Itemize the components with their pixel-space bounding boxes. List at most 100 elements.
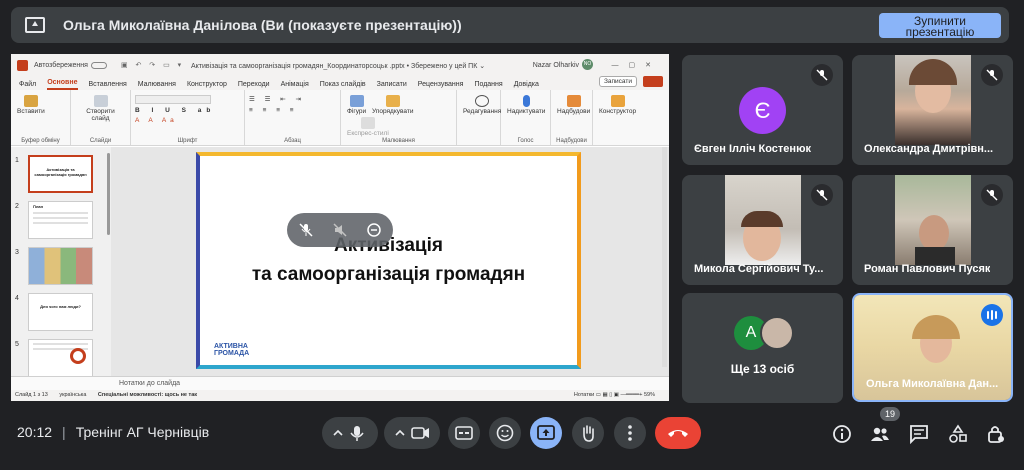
editor-area: 1 Активізація та самоорганізація громадя… bbox=[11, 147, 669, 401]
tab-design[interactable]: Конструктор bbox=[187, 81, 227, 90]
camera-button[interactable] bbox=[384, 417, 440, 449]
share-button[interactable] bbox=[643, 76, 663, 87]
captions-button[interactable] bbox=[448, 417, 480, 449]
window-controls[interactable]: —▢✕ bbox=[612, 61, 661, 69]
slide-scrollbar[interactable] bbox=[662, 147, 667, 367]
meeting-details-icon[interactable] bbox=[832, 424, 852, 444]
tab-slideshow[interactable]: Показ слайдів bbox=[320, 81, 366, 90]
arrange-button[interactable]: Упорядкувати bbox=[372, 93, 413, 115]
meeting-info: 20:12 | Тренінг АГ Чернівців bbox=[17, 424, 210, 440]
chat-icon[interactable] bbox=[909, 424, 929, 444]
presenting-banner: Ольга Миколаївна Данілова (Ви (показуєте… bbox=[11, 7, 1009, 43]
shapes-button[interactable]: Фігури bbox=[347, 93, 366, 115]
notes-pane[interactable]: Нотатки до слайда bbox=[11, 376, 669, 390]
participant-count-badge: 19 bbox=[880, 407, 900, 421]
thumb-text: Активізація та самоорганізація громадян bbox=[34, 167, 87, 177]
participant-tile[interactable]: Олександра Дмитрівн... bbox=[852, 55, 1013, 165]
thumbnails-scrollbar[interactable] bbox=[107, 153, 110, 235]
participant-name: Євген Ілліч Костенюк bbox=[694, 143, 811, 155]
host-controls-icon[interactable] bbox=[986, 424, 1006, 444]
tab-review[interactable]: Рецензування bbox=[418, 81, 464, 90]
zoom-level: 59% bbox=[643, 392, 655, 398]
tab-view[interactable]: Подання bbox=[474, 81, 502, 90]
new-slide-button[interactable]: Створити слайд bbox=[77, 93, 124, 122]
ribbon-group-editing: Редагування bbox=[457, 90, 501, 145]
present-button[interactable] bbox=[530, 417, 562, 449]
group-label-drawing: Малювання bbox=[382, 138, 415, 144]
more-options-button[interactable] bbox=[614, 417, 646, 449]
mic-muted-icon bbox=[981, 64, 1003, 86]
editing-button[interactable]: Редагування bbox=[463, 93, 501, 115]
clock: 20:12 bbox=[17, 424, 53, 440]
slide-thumbnail[interactable]: Для чого нам люди? bbox=[28, 293, 93, 331]
ribbon-group-voice: Надиктувати Голос bbox=[501, 90, 551, 145]
tab-insert[interactable]: Вставлення bbox=[89, 81, 127, 90]
user-avatar[interactable]: NO bbox=[582, 59, 593, 70]
tab-help[interactable]: Довідка bbox=[514, 81, 539, 90]
quick-styles-button[interactable]: Експрес-стилі bbox=[347, 115, 389, 137]
participant-tile[interactable]: Роман Павлович Пусяк bbox=[852, 175, 1013, 285]
paste-button[interactable]: Вставити bbox=[17, 93, 45, 115]
notes-toggle: Нотатки bbox=[573, 392, 595, 398]
tab-home[interactable]: Основне bbox=[47, 79, 78, 90]
group-label-paragraph: Абзац bbox=[284, 138, 301, 144]
tab-animation[interactable]: Анімація bbox=[281, 81, 309, 90]
speaking-indicator-icon bbox=[981, 304, 1003, 326]
thumb-text: План bbox=[33, 204, 44, 209]
slide-thumbnail[interactable] bbox=[28, 339, 93, 377]
group-label-slides: Слайди bbox=[89, 138, 112, 144]
align-buttons[interactable]: ≡ ≡ ≡ ≡ bbox=[249, 107, 336, 114]
status-bar: Слайд 1 з 13 українська Спеціальні можли… bbox=[11, 390, 669, 401]
current-slide[interactable]: Активізація та самоорганізація громадян … bbox=[196, 152, 581, 369]
autosave-toggle[interactable] bbox=[90, 61, 107, 69]
group-label-clipboard: Буфер обміну bbox=[21, 138, 60, 144]
self-tile[interactable]: Ольга Миколаївна Дан... bbox=[852, 293, 1013, 402]
ribbon-group-clipboard: Вставити Буфер обміну bbox=[11, 90, 71, 145]
ribbon-group-paragraph: ☰ ☰ ⇤ ⇥ ≡ ≡ ≡ ≡ Абзац bbox=[245, 90, 341, 145]
leave-call-button[interactable] bbox=[655, 417, 701, 449]
ribbon-group-slides: Створити слайд Слайди bbox=[71, 90, 131, 145]
raise-hand-button[interactable] bbox=[572, 417, 604, 449]
slide-thumbnail[interactable]: Активізація та самоорганізація громадян bbox=[28, 155, 93, 193]
addins-button[interactable]: Надбудови bbox=[557, 93, 590, 115]
dictate-button[interactable]: Надиктувати bbox=[507, 93, 545, 115]
thumb-number: 4 bbox=[15, 295, 19, 302]
activities-icon[interactable] bbox=[948, 424, 968, 444]
emoji-button[interactable] bbox=[489, 417, 521, 449]
target-icon bbox=[70, 348, 86, 364]
more-participants-tile[interactable]: A Ще 13 осіб bbox=[682, 293, 843, 403]
participant-tile[interactable]: Є Євген Ілліч Костенюк bbox=[682, 55, 843, 165]
designer-button[interactable]: Конструктор bbox=[599, 93, 636, 115]
group-label-font: Шрифт bbox=[177, 138, 198, 144]
tab-draw[interactable]: Малювання bbox=[138, 81, 176, 90]
slide-thumbnail[interactable] bbox=[28, 247, 93, 285]
quick-access-icons[interactable]: ▣ ↶ ↷ ▭ ▾ bbox=[121, 61, 184, 69]
tab-file[interactable]: Файл bbox=[19, 81, 36, 90]
slide-thumbnail[interactable]: План bbox=[28, 201, 93, 239]
thumb-number: 5 bbox=[15, 341, 19, 348]
status-right[interactable]: Нотатки ▭ ▦ ▯ ▣ —━━━━+ 59% bbox=[574, 392, 655, 398]
group-label-addins: Надбудови bbox=[556, 138, 587, 144]
people-icon[interactable] bbox=[870, 424, 890, 444]
presenting-title: Ольга Миколаївна Данілова (Ви (показуєте… bbox=[63, 17, 462, 33]
font-name-select[interactable] bbox=[135, 95, 211, 104]
powerpoint-titlebar: Автозбереження ▣ ↶ ↷ ▭ ▾ Активізація та … bbox=[11, 54, 669, 76]
ribbon-group-designer: Конструктор bbox=[593, 90, 643, 145]
slide-logo: АКТИВНА ГРОМАДА bbox=[214, 343, 250, 357]
ribbon-group-font: B I U S ab A A Aa Шрифт bbox=[131, 90, 245, 145]
list-buttons[interactable]: ☰ ☰ ⇤ ⇥ bbox=[249, 95, 336, 103]
participant-tile[interactable]: Микола Сергійович Ту... bbox=[682, 175, 843, 285]
participant-name: Ольга Миколаївна Дан... bbox=[866, 378, 999, 390]
record-button[interactable]: Записати bbox=[598, 76, 637, 87]
tab-record[interactable]: Записати bbox=[377, 81, 407, 90]
accessibility-status: Спеціальні можливості: щось не так bbox=[97, 392, 198, 398]
font-format-buttons[interactable]: B I U S ab bbox=[135, 107, 240, 114]
present-screen-icon bbox=[25, 17, 45, 33]
font-color-buttons[interactable]: A A Aa bbox=[135, 117, 240, 124]
thumb-number: 1 bbox=[15, 157, 19, 164]
stop-presenting-button[interactable]: Зупинити презентацію bbox=[879, 13, 1001, 38]
microphone-button[interactable] bbox=[322, 417, 378, 449]
mic-muted-icon bbox=[981, 184, 1003, 206]
tab-transitions[interactable]: Переходи bbox=[238, 81, 270, 90]
powerpoint-logo-icon bbox=[17, 59, 28, 71]
